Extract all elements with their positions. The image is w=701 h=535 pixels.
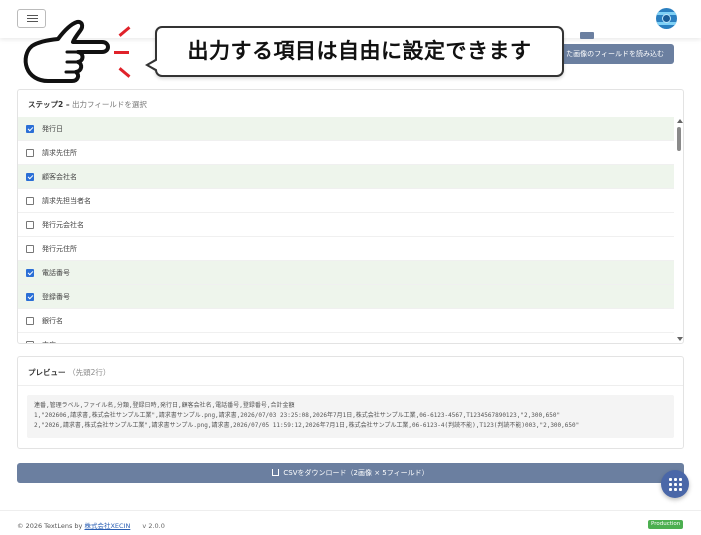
scroll-up-icon[interactable] — [677, 119, 683, 123]
field-row[interactable]: 電話番号 — [18, 261, 674, 285]
field-label: 発行元会社名 — [42, 221, 84, 229]
env-badge: Production — [648, 520, 684, 529]
preview-csv-box: 連番,管理ラベル,ファイル名,分類,登録日時,発行日,顧客会社名,電話番号,登録… — [27, 395, 674, 438]
field-checkbox[interactable] — [26, 317, 34, 325]
preview-line: 1,"202606,請求書,株式会社サンプル工業",請求書サンプル.png,請求… — [34, 412, 561, 419]
download-csv-button[interactable]: CSVをダウンロード（2画像 × 5フィールド） — [17, 463, 684, 483]
field-list-scrollbar[interactable] — [675, 118, 683, 343]
field-row[interactable]: 請求先住所 — [18, 141, 674, 165]
field-label: 顧客会社名 — [42, 173, 77, 181]
footer: © 2026 TextLens by 株式会社XECIN v 2.0.0 Pro… — [0, 510, 701, 535]
field-checkbox[interactable] — [26, 293, 34, 301]
preview-line: 連番,管理ラベル,ファイル名,分類,登録日時,発行日,顧客会社名,電話番号,登録… — [34, 402, 295, 409]
field-row[interactable]: 発行元会社名 — [18, 213, 674, 237]
field-label: 支店 — [42, 333, 56, 343]
field-row[interactable]: 銀行名 — [18, 309, 674, 333]
callout-text: 出力する項目は自由に設定できます — [187, 39, 532, 63]
preview-card: プレビュー （先頭2行） 連番,管理ラベル,ファイル名,分類,登録日時,発行日,… — [17, 356, 684, 449]
pointing-hand-icon — [23, 19, 110, 83]
apps-grid-icon[interactable] — [661, 470, 689, 498]
preview-line: 2,"2026,請求書,株式会社サンプル工業",請求書サンプル.png,請求書,… — [34, 422, 580, 429]
field-checkbox[interactable] — [26, 125, 34, 133]
company-link[interactable]: 株式会社XECIN — [84, 522, 130, 530]
field-list: 発行日請求先住所顧客会社名請求先担当者名 発行元会社名 発行元住所電話番号登録番号銀… — [18, 117, 674, 343]
preview-title-text: プレビュー — [28, 368, 66, 377]
step2-card: ステップ2 – 出力フィールドを選択 発行日請求先住所顧客会社名請求先担当者名発… — [17, 89, 684, 344]
accent-mark — [118, 67, 131, 78]
field-label: 登録番号 — [42, 293, 70, 301]
footer-copyright: © 2026 TextLens by — [17, 522, 83, 530]
download-label: CSVをダウンロード（2画像 × 5フィールド） — [283, 469, 429, 477]
version-label: v 2.0.0 — [142, 522, 165, 530]
field-label: 請求先担当者名 — [42, 197, 91, 205]
preview-title: プレビュー （先頭2行） — [28, 367, 110, 378]
toolbar-chip — [580, 32, 594, 39]
field-row[interactable]: 顧客会社名 — [18, 165, 674, 189]
field-checkbox[interactable] — [26, 197, 34, 205]
field-row[interactable]: 登録番号 — [18, 285, 674, 309]
preview-header: プレビュー （先頭2行） — [18, 357, 683, 386]
preview-subtitle: （先頭2行） — [68, 368, 111, 377]
step2-title: ステップ2 – 出力フィールドを選択 — [28, 99, 147, 110]
callout-tail-fill — [149, 60, 158, 70]
field-label: 発行日 — [42, 125, 63, 133]
field-row[interactable]: 発行日 — [18, 117, 674, 141]
step2-title-sub: 出力フィールドを選択 — [71, 100, 147, 109]
field-row[interactable]: 請求先担当者名 — [18, 189, 674, 213]
download-icon — [272, 468, 280, 476]
field-label: 発行元住所 — [42, 245, 77, 253]
field-label: 電話番号 — [42, 269, 70, 277]
field-checkbox[interactable] — [26, 245, 34, 253]
footer-text: © 2026 TextLens by 株式会社XECIN v 2.0.0 — [17, 520, 165, 530]
field-label: 請求先住所 — [42, 149, 77, 157]
callout-bubble: 出力する項目は自由に設定できます — [155, 26, 564, 77]
field-label: 銀行名 — [42, 317, 63, 325]
field-row[interactable]: 発行元住所 — [18, 237, 674, 261]
globe-logo-icon[interactable] — [656, 8, 677, 29]
field-checkbox[interactable] — [26, 221, 34, 229]
field-checkbox[interactable] — [26, 341, 34, 343]
scroll-thumb[interactable] — [677, 127, 681, 151]
field-checkbox[interactable] — [26, 173, 34, 181]
field-checkbox[interactable] — [26, 269, 34, 277]
field-row[interactable]: 支店 — [18, 333, 674, 343]
step2-title-bold: ステップ2 – — [28, 100, 70, 109]
field-checkbox[interactable] — [26, 149, 34, 157]
scroll-down-icon[interactable] — [677, 337, 683, 341]
